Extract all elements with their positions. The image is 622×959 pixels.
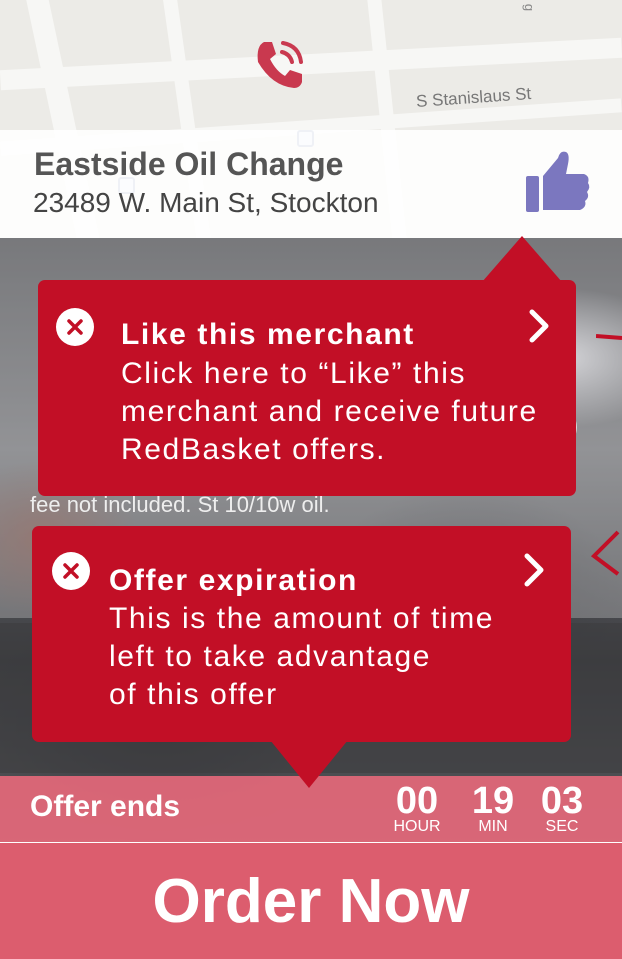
close-icon — [67, 319, 83, 335]
merchant-address: 23489 W. Main St, Stockton — [33, 187, 379, 218]
order-now-button[interactable]: Order Now — [0, 843, 622, 959]
tooltip-body-line: This is the amount of time — [109, 602, 495, 635]
phone-call-icon — [257, 41, 303, 88]
hint-arrow-icon — [596, 334, 622, 340]
chevron-right-icon[interactable] — [519, 550, 549, 590]
offer-ends-label: Offer ends — [30, 790, 181, 823]
close-icon — [63, 563, 79, 579]
timer-minutes: 19 — [471, 780, 515, 822]
tooltip-offer-expiration: Offer expiration This is the amount of t… — [32, 526, 571, 742]
thumbs-up-icon — [526, 151, 590, 212]
map-corner-label: g — [522, 3, 538, 12]
timer-min-unit: MIN — [478, 818, 508, 835]
tooltip-title: Offer expiration — [109, 564, 358, 597]
tooltip-like-merchant: Like this merchant Click here to “Like” … — [38, 280, 576, 496]
tooltip-body: Click here to “Like” this merchant and r… — [121, 357, 538, 466]
merchant-name: Eastside Oil Change — [34, 146, 344, 182]
timer-seconds: 03 — [540, 780, 584, 822]
like-button[interactable] — [522, 146, 594, 218]
call-button[interactable] — [244, 28, 316, 100]
timer-hours: 00 — [395, 780, 439, 822]
tooltip-pointer — [270, 740, 348, 788]
tooltip-body: This is the amount of time left to take … — [109, 600, 559, 714]
tooltip-title: Like this merchant — [121, 318, 415, 351]
chevron-right-icon[interactable] — [524, 306, 554, 346]
timer-sec-unit: SEC — [545, 818, 579, 835]
tooltip-pointer — [482, 236, 562, 282]
app-screen: S Stanislaus St g Eastside Oil Change 23… — [0, 0, 622, 959]
tooltip-body-line: of this offer — [109, 678, 278, 711]
tooltip-close-button[interactable] — [52, 552, 90, 590]
tooltip-body-line: left to take advantage — [109, 640, 432, 673]
hint-arrow-icon — [590, 530, 620, 576]
tooltip-close-button[interactable] — [56, 308, 94, 346]
timer-hour-unit: HOUR — [393, 818, 441, 835]
